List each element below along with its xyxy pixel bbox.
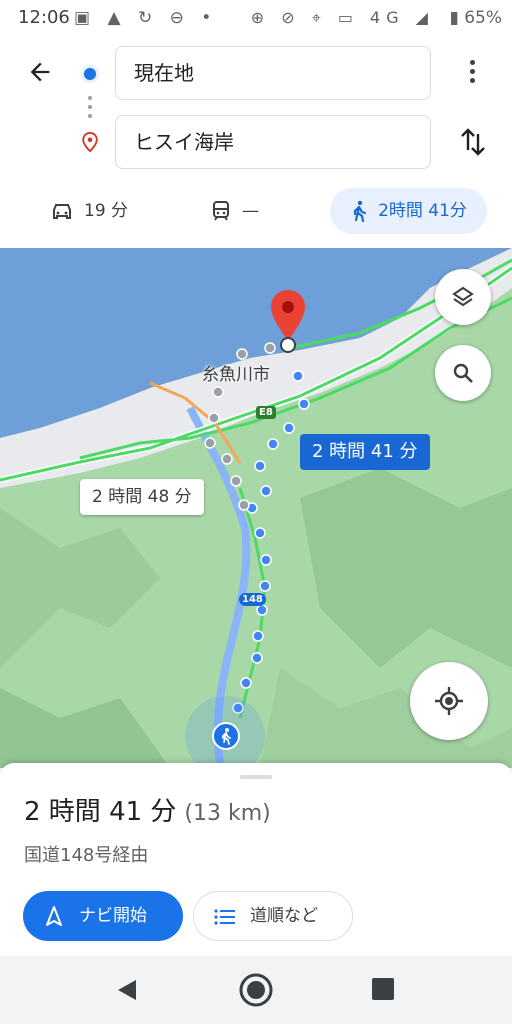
tab-drive[interactable]: 19 分 [50,188,128,234]
navigation-arrow-icon [46,906,62,926]
map-view[interactable]: 糸魚川市 E8 148 2 時間 41 分 2 時間 48 分 [0,248,512,768]
steps-label: 道順など [250,906,318,926]
list-icon [214,909,235,925]
sheet-handle[interactable] [240,775,272,779]
primary-route-label[interactable]: 2 時間 41 分 [300,434,430,470]
route-shield: 148 [239,593,266,606]
my-location-button[interactable] [410,662,488,740]
train-icon [213,201,229,221]
route-summary-sheet[interactable]: 2 時間 41 分 (13 km) 国道148号経由 ナビ開始 道順など [0,763,512,956]
system-icons: ⊕ ⊘ ⌖ ▭ 4G ◢ [250,8,434,27]
notification-icons: ▣ ▲ ↻ ⊖ • [74,8,218,28]
walk-marker-icon [222,728,231,745]
status-time: 12:06 [18,7,70,28]
route-duration-line: 2 時間 41 分 (13 km) [24,791,271,828]
current-location-marker [212,722,240,750]
more-options-button[interactable] [458,56,486,92]
status-bar: 12:06 ▣ ▲ ↻ ⊖ • ⊕ ⊘ ⌖ ▭ 4G ◢ ▮ 65% [0,0,512,36]
my-location-icon [435,687,463,715]
drive-time: 19 分 [84,201,129,221]
layers-icon [452,286,474,307]
steps-button[interactable]: 道順など [193,891,353,941]
walk-icon [353,200,367,223]
arrow-back-icon [30,62,50,82]
nav-recents-icon[interactable] [372,978,394,1000]
start-navigation-label: ナビ開始 [79,906,147,926]
start-navigation-button[interactable]: ナビ開始 [23,891,183,941]
destination-pin-icon [81,131,99,153]
system-nav-bar [0,956,512,1024]
route-distance: (13 km) [184,801,271,826]
origin-dot-icon [84,68,96,80]
route-duration: 2 時間 41 分 [24,797,177,827]
battery-indicator: ▮ 65% [449,8,502,28]
search-map-button[interactable] [435,345,491,401]
tab-walk[interactable]: 2時間 41分 [330,188,487,234]
transit-time: — [242,201,259,221]
swap-button[interactable] [456,124,490,160]
origin-input[interactable]: 現在地 [115,46,431,100]
nav-back-icon[interactable] [116,978,138,1002]
route-connector [88,96,92,123]
tab-transit[interactable]: — [210,188,259,234]
destination-input[interactable]: ヒスイ海岸 [115,115,431,169]
layers-button[interactable] [435,269,491,325]
route-via: 国道148号経由 [24,845,149,866]
alt-route-label[interactable]: 2 時間 48 分 [80,479,204,515]
map-destination-pin-icon[interactable] [268,288,308,354]
nav-home-icon[interactable] [238,972,274,1008]
walk-time: 2時間 41分 [378,201,467,221]
swap-icon [461,128,485,156]
search-icon [453,363,473,383]
car-icon [53,204,71,219]
back-button[interactable] [24,58,56,90]
city-label: 糸魚川市 [202,365,270,385]
expressway-shield: E8 [256,406,276,419]
